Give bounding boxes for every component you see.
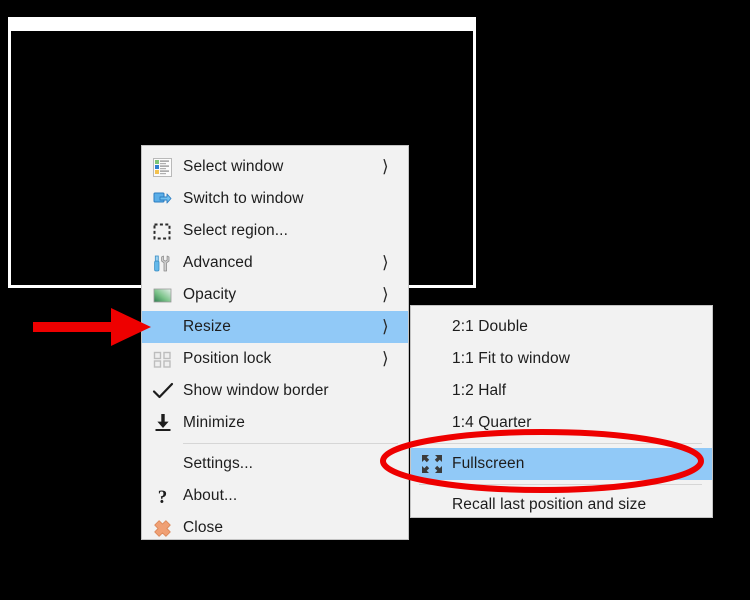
close-x-icon: [142, 512, 183, 544]
menu-item-label: Resize: [183, 318, 231, 335]
menu-item-position-lock[interactable]: Position lock ⟩: [142, 343, 408, 375]
menu-item-label: 2:1 Double: [452, 318, 528, 335]
menu-item-minimize[interactable]: Minimize: [142, 407, 408, 439]
menu-item-2-1-double[interactable]: 2:1 Double: [411, 311, 712, 343]
menu-item-show-window-border[interactable]: Show window border: [142, 375, 408, 407]
menu-item-label: Select window: [183, 158, 284, 175]
menu-item-label: Switch to window: [183, 190, 304, 207]
menu-item-recall-last-position-and-size[interactable]: Recall last position and size: [411, 489, 712, 521]
menu-item-label: Close: [183, 519, 224, 536]
menu-separator: [419, 484, 702, 485]
menu-item-label: Recall last position and size: [452, 496, 647, 513]
menu-item-settings[interactable]: Settings...: [142, 448, 408, 480]
menu-separator: [419, 443, 702, 444]
none-icon: [411, 375, 452, 407]
menu-item-switch-to-window[interactable]: Switch to window: [142, 183, 408, 215]
menu-item-label: 1:2 Half: [452, 382, 507, 399]
gradient-icon: [142, 279, 183, 311]
menu-item-label: Position lock: [183, 350, 272, 367]
tools-icon: [142, 247, 183, 279]
menu-item-label: Settings...: [183, 455, 254, 472]
none-icon: [411, 407, 452, 439]
svg-text:?: ?: [158, 487, 168, 506]
question-mark-icon: ?: [142, 480, 183, 512]
menu-item-label: 1:1 Fit to window: [452, 350, 571, 367]
minimize-icon: [142, 407, 183, 439]
position-lock-icon: [142, 343, 183, 375]
submenu-chevron-icon: ⟩: [382, 253, 389, 272]
switch-window-icon: [142, 183, 183, 215]
submenu-chevron-icon: ⟩: [382, 285, 389, 304]
menu-item-1-2-half[interactable]: 1:2 Half: [411, 375, 712, 407]
resize-submenu[interactable]: 2:1 Double 1:1 Fit to window 1:2 Half 1:4 Q…: [410, 305, 713, 518]
none-icon: [411, 343, 452, 375]
submenu-chevron-icon: ⟩: [382, 157, 389, 176]
main-context-menu[interactable]: Select window ⟩ Switch to window Select reg…: [141, 145, 409, 540]
menu-item-label: Fullscreen: [452, 455, 525, 472]
none-icon: [411, 489, 452, 521]
window-list-icon: [142, 151, 183, 183]
menu-item-label: Minimize: [183, 414, 245, 431]
menu-item-resize[interactable]: Resize ⟩: [142, 311, 408, 343]
menu-item-select-window[interactable]: Select window ⟩: [142, 151, 408, 183]
none-icon: [142, 311, 183, 343]
menu-item-close[interactable]: Close: [142, 512, 408, 544]
none-icon: [411, 311, 452, 343]
checkmark-icon: [142, 375, 183, 407]
red-arrow-annotation: [33, 308, 151, 346]
select-region-icon: [142, 215, 183, 247]
menu-item-label: Opacity: [183, 286, 237, 303]
menu-item-opacity[interactable]: Opacity ⟩: [142, 279, 408, 311]
menu-item-fullscreen[interactable]: Fullscreen: [411, 448, 712, 480]
menu-item-label: About...: [183, 487, 238, 504]
menu-item-label: Show window border: [183, 382, 329, 399]
submenu-chevron-icon: ⟩: [382, 317, 389, 336]
menu-item-1-4-quarter[interactable]: 1:4 Quarter: [411, 407, 712, 439]
submenu-chevron-icon: ⟩: [382, 349, 389, 368]
menu-item-label: Advanced: [183, 254, 253, 271]
none-icon: [142, 448, 183, 480]
menu-item-1-1-fit-to-window[interactable]: 1:1 Fit to window: [411, 343, 712, 375]
menu-item-about[interactable]: ? About...: [142, 480, 408, 512]
menu-item-advanced[interactable]: Advanced ⟩: [142, 247, 408, 279]
menu-separator: [183, 443, 398, 444]
menu-item-label: 1:4 Quarter: [452, 414, 532, 431]
fullscreen-icon: [411, 448, 452, 480]
menu-item-label: Select region...: [183, 222, 288, 239]
menu-item-select-region[interactable]: Select region...: [142, 215, 408, 247]
